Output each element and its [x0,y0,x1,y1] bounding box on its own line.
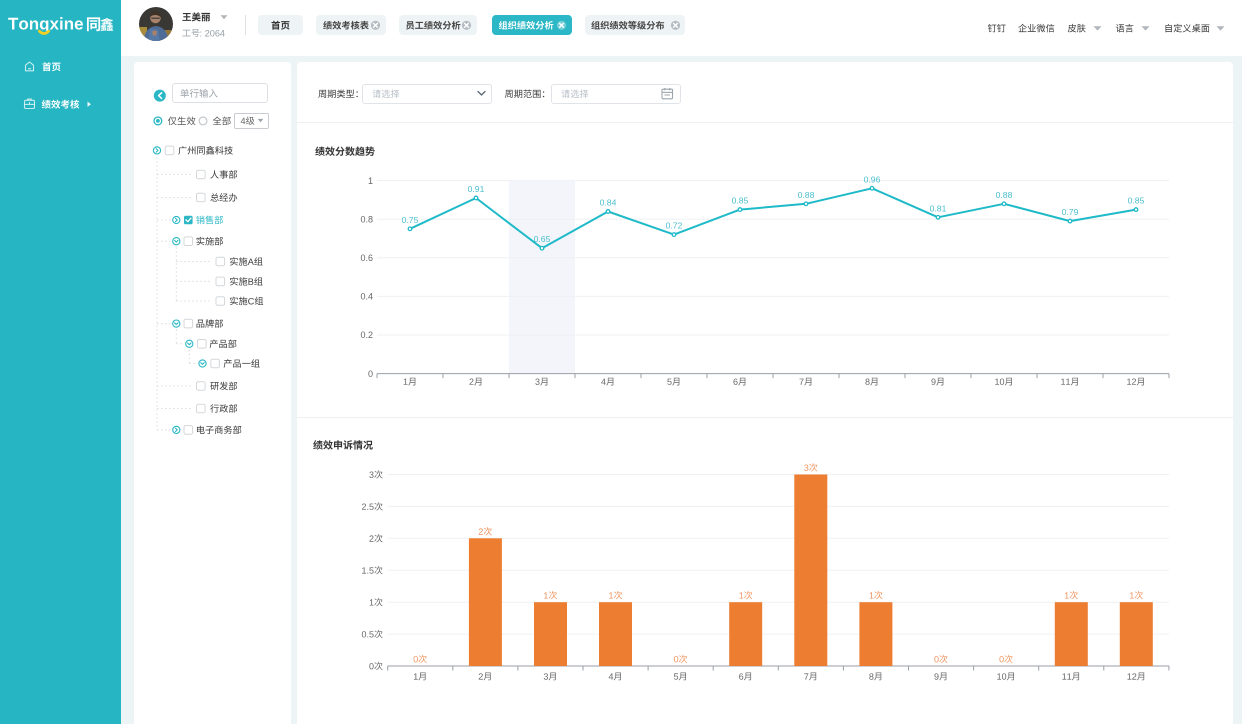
svg-text:0.75: 0.75 [402,215,419,225]
svg-text:0.2: 0.2 [360,330,373,340]
svg-text:0.65: 0.65 [534,234,551,244]
svg-text:0.81: 0.81 [930,203,947,213]
svg-text:0.88: 0.88 [996,190,1013,200]
svg-text:0.96: 0.96 [864,174,881,184]
svg-text:0.85: 0.85 [1128,196,1145,206]
svg-text:0.85: 0.85 [732,196,749,206]
svg-text:0.6: 0.6 [360,253,373,263]
svg-text:0.4: 0.4 [360,292,373,302]
svg-text:: 2064: : 2064 [200,28,226,38]
svg-text:0.84: 0.84 [600,198,617,208]
svg-text:0: 0 [368,369,373,379]
svg-text:0.72: 0.72 [666,221,683,231]
svg-text:0.8: 0.8 [360,214,373,224]
svg-text:0.91: 0.91 [468,184,485,194]
svg-text:1: 1 [368,176,373,186]
svg-text:0.88: 0.88 [798,190,815,200]
svg-text:0.79: 0.79 [1062,207,1079,217]
